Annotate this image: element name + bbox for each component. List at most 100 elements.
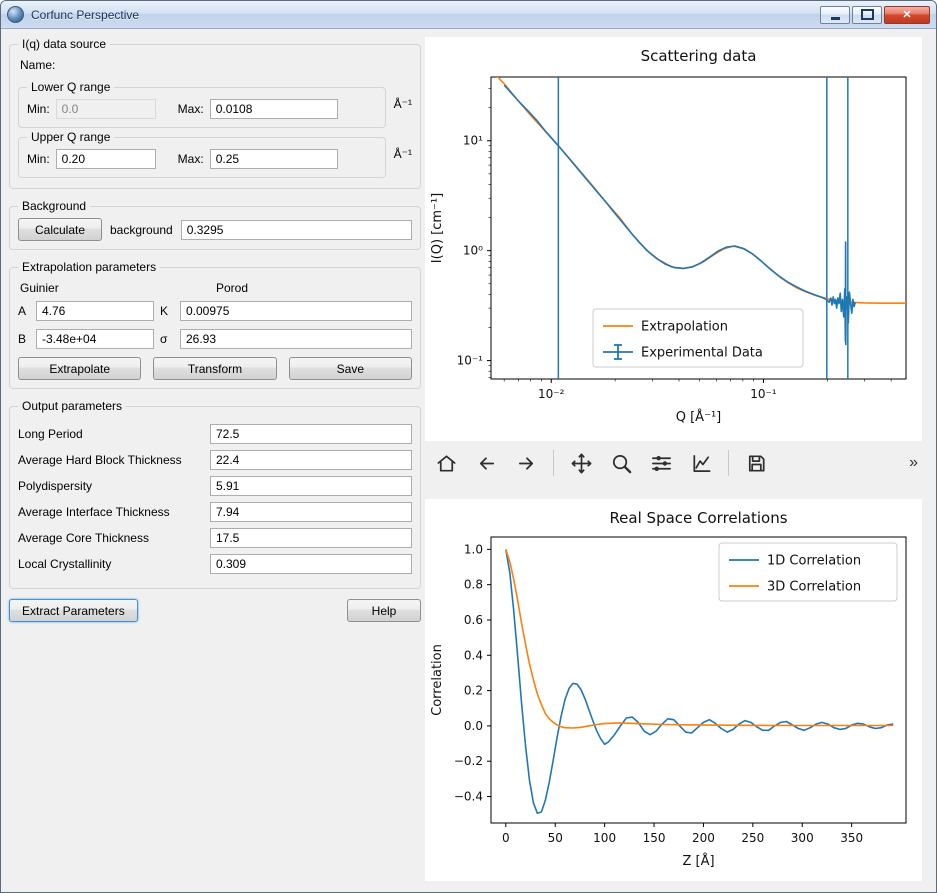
svg-text:1D Correlation: 1D Correlation [767, 554, 861, 569]
toolbar-overflow-button[interactable]: » [909, 454, 920, 472]
hard-block-input[interactable] [210, 450, 412, 470]
correlation-plot[interactable]: Real Space Correlations05010015020025030… [425, 499, 922, 881]
svg-text:Z [Å]: Z [Å] [682, 853, 714, 869]
svg-text:−0.2: −0.2 [454, 754, 483, 768]
upper-q-max-input[interactable] [210, 149, 338, 169]
output-group: Output parameters Long Period Average Ha… [9, 399, 421, 589]
svg-text:I(Q) [cm⁻¹]: I(Q) [cm⁻¹] [430, 193, 445, 263]
interface-thickness-input[interactable] [210, 502, 412, 522]
lower-q-unit: Å⁻¹ [394, 97, 412, 111]
lower-q-min-input [56, 99, 156, 119]
pan-icon[interactable] [568, 450, 594, 476]
svg-text:Experimental Data: Experimental Data [641, 346, 763, 361]
corfunc-window: Corfunc Perspective ✕ I(q) data source N… [0, 0, 937, 893]
svg-text:Scattering data: Scattering data [641, 47, 757, 65]
local-crystallinity-input[interactable] [210, 554, 412, 574]
core-thickness-input[interactable] [210, 528, 412, 548]
home-icon[interactable] [433, 450, 459, 476]
svg-text:−0.4: −0.4 [454, 790, 483, 804]
titlebar[interactable]: Corfunc Perspective ✕ [1, 1, 936, 29]
forward-icon[interactable] [513, 450, 539, 476]
svg-text:Q [Å⁻¹]: Q [Å⁻¹] [676, 409, 721, 425]
subplots-icon[interactable] [648, 450, 674, 476]
lower-q-group: Lower Q range Min: Max: [18, 80, 386, 128]
local-crystallinity-label: Local Crystallinity [18, 557, 210, 571]
upper-q-group: Upper Q range Min: Max: [18, 130, 386, 178]
zoom-icon[interactable] [608, 450, 634, 476]
extract-parameters-button[interactable]: Extract Parameters [9, 599, 138, 622]
upper-q-max-label: Max: [178, 152, 204, 166]
svg-text:10⁻¹: 10⁻¹ [750, 387, 777, 401]
window-title: Corfunc Perspective [31, 8, 139, 22]
calculate-button[interactable]: Calculate [18, 218, 102, 241]
svg-text:0.0: 0.0 [464, 719, 483, 733]
minimize-icon [831, 17, 840, 20]
transform-button[interactable]: Transform [153, 357, 276, 380]
guinier-b-input[interactable] [36, 329, 154, 349]
svg-text:3D Correlation: 3D Correlation [767, 580, 861, 595]
output-title: Output parameters [18, 399, 126, 413]
background-title: Background [18, 199, 90, 213]
guinier-a-input[interactable] [36, 301, 154, 321]
upper-q-min-input[interactable] [56, 149, 156, 169]
plot-toolbar: » [425, 441, 928, 485]
guinier-label: Guinier [20, 281, 216, 295]
scattering-chart-panel: Scattering data10⁻²10⁻¹10⁻¹10⁰10¹Q [Å⁻¹]… [425, 37, 922, 441]
polydispersity-input[interactable] [210, 476, 412, 496]
plots-panel: Scattering data10⁻²10⁻¹10⁻¹10⁰10¹Q [Å⁻¹]… [425, 37, 928, 884]
data-source-title: I(q) data source [18, 37, 110, 51]
help-button[interactable]: Help [347, 599, 421, 622]
k-label: K [160, 304, 174, 318]
svg-text:150: 150 [643, 831, 666, 845]
lower-q-max-input[interactable] [210, 99, 338, 119]
svg-text:100: 100 [593, 831, 616, 845]
svg-text:Correlation: Correlation [430, 644, 445, 716]
core-thickness-label: Average Core Thickness [18, 531, 210, 545]
extrapolation-title: Extrapolation parameters [18, 260, 160, 274]
svg-text:50: 50 [548, 831, 563, 845]
porod-k-input[interactable] [180, 301, 412, 321]
background-label: background [110, 223, 173, 237]
save-icon[interactable] [743, 450, 769, 476]
customize-axes-icon[interactable] [688, 450, 714, 476]
svg-text:10¹: 10¹ [463, 134, 483, 148]
a-label: A [18, 304, 30, 318]
scattering-plot[interactable]: Scattering data10⁻²10⁻¹10⁻¹10⁰10¹Q [Å⁻¹]… [425, 37, 922, 441]
svg-text:0.4: 0.4 [464, 648, 483, 662]
upper-q-min-label: Min: [27, 152, 50, 166]
svg-text:1.0: 1.0 [464, 542, 483, 556]
porod-sigma-input[interactable] [180, 329, 412, 349]
maximize-icon [861, 9, 874, 20]
output-row: Average Core Thickness [18, 528, 412, 548]
background-group: Background Calculate background [9, 199, 421, 250]
long-period-input[interactable] [210, 424, 412, 444]
sigma-label: σ [160, 332, 174, 346]
polydispersity-label: Polydispersity [18, 479, 210, 493]
extrapolate-button[interactable]: Extrapolate [18, 357, 141, 380]
minimize-button[interactable] [820, 6, 850, 24]
close-button[interactable]: ✕ [884, 6, 930, 24]
lower-q-min-label: Min: [27, 102, 50, 116]
name-label: Name: [20, 58, 412, 72]
output-row: Average Hard Block Thickness [18, 450, 412, 470]
back-icon[interactable] [473, 450, 499, 476]
background-input[interactable] [181, 220, 412, 240]
upper-q-unit: Å⁻¹ [394, 147, 412, 161]
output-row: Long Period [18, 424, 412, 444]
lower-q-title: Lower Q range [27, 80, 114, 94]
porod-label: Porod [216, 281, 412, 295]
data-source-group: I(q) data source Name: Lower Q range Min… [9, 37, 421, 189]
upper-q-title: Upper Q range [27, 130, 114, 144]
svg-text:350: 350 [840, 831, 863, 845]
svg-text:Real Space Correlations: Real Space Correlations [609, 509, 787, 527]
long-period-label: Long Period [18, 427, 210, 441]
close-icon: ✕ [902, 8, 911, 21]
svg-text:10⁻²: 10⁻² [538, 387, 565, 401]
save-button[interactable]: Save [289, 357, 412, 380]
svg-text:250: 250 [741, 831, 764, 845]
svg-text:200: 200 [692, 831, 715, 845]
b-label: B [18, 332, 30, 346]
extrapolation-group: Extrapolation parameters Guinier Porod A… [9, 260, 421, 389]
hard-block-label: Average Hard Block Thickness [18, 453, 210, 467]
maximize-button[interactable] [852, 6, 882, 24]
